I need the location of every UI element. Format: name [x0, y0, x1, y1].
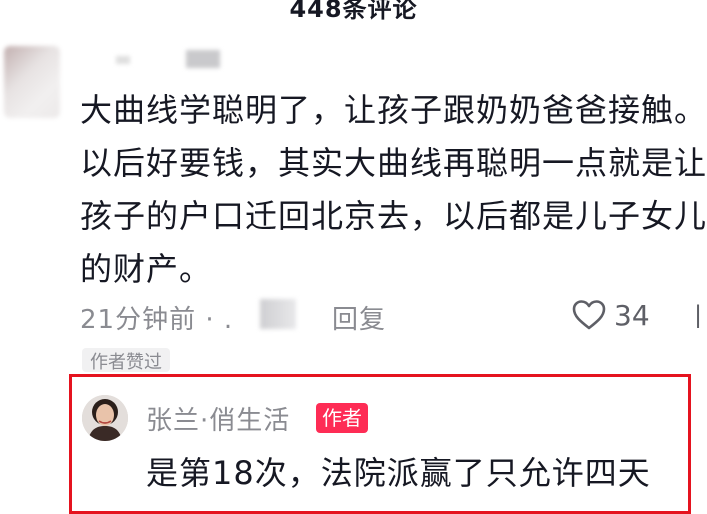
more-icon[interactable]: | — [694, 302, 707, 328]
heart-icon — [572, 300, 606, 330]
like-button[interactable]: 34 — [572, 295, 650, 335]
reply-author-avatar[interactable] — [82, 395, 128, 441]
author-badge: 作者 — [316, 403, 368, 433]
comments-header-title: 448条评论 — [289, 0, 418, 23]
commenter-username-blurred — [116, 56, 130, 64]
like-count: 34 — [614, 298, 650, 332]
comment-time: 21分钟前 · . — [80, 305, 234, 335]
comment-meta-row: 21分钟前 · . 回复 34 — [80, 293, 707, 339]
location-blurred — [260, 299, 296, 329]
reply-text: 是第18次，法院派赢了只允许四天 — [146, 454, 651, 492]
reply-button[interactable]: 回复 — [332, 299, 386, 336]
commenter-username-blurred[interactable] — [186, 50, 220, 68]
commenter-avatar[interactable] — [4, 46, 60, 118]
author-liked-tag: 作者赞过 — [82, 348, 170, 372]
avatar-portrait-icon — [82, 395, 128, 441]
reply-author-username[interactable]: 张兰·俏生活 — [146, 400, 290, 437]
comment-text: 大曲线学聪明了，让孩子跟奶奶爸爸接触。以后好要钱，其实大曲线再聪明一点就是让孩子… — [80, 91, 707, 288]
